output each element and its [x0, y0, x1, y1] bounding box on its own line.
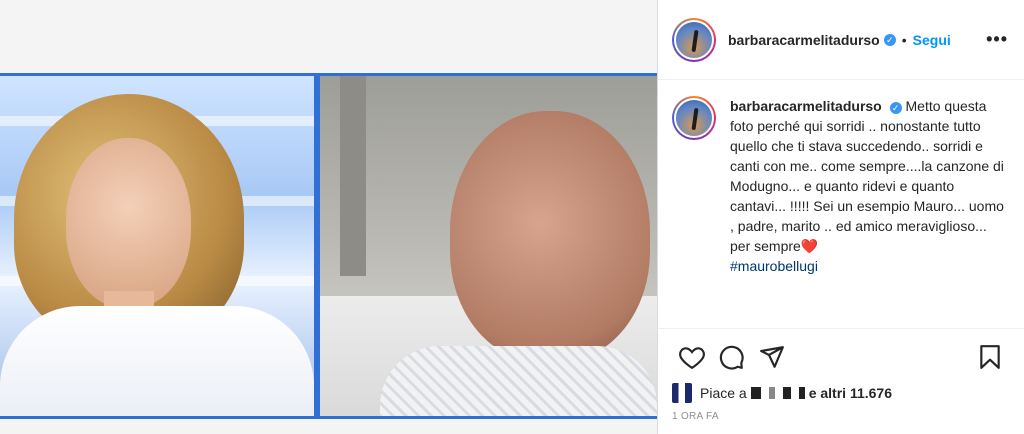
verified-icon: ✓ — [889, 102, 902, 114]
photo-panel-guest — [320, 76, 657, 416]
username-link[interactable]: barbaracarmelitadurso — [728, 32, 880, 48]
post-header: barbaracarmelitadurso ✓ • Segui ••• — [658, 0, 1024, 80]
more-options-icon[interactable]: ••• — [986, 29, 1008, 50]
heart-icon[interactable] — [672, 337, 712, 377]
caption-avatar[interactable] — [672, 96, 716, 140]
hashtag-link[interactable]: #maurobellugi — [730, 258, 818, 274]
photo-panel-host — [0, 76, 314, 416]
heart-emoji: ❤️ — [800, 238, 819, 254]
redacted-name — [768, 387, 775, 399]
redacted-name — [782, 387, 791, 399]
post-sidebar: barbaracarmelitadurso ✓ • Segui ••• barb… — [657, 0, 1024, 434]
caption: barbaracarmelitadurso ✓ Metto questa fot… — [658, 80, 1024, 328]
likes-count: 11.676 — [849, 385, 893, 401]
likes-prefix: Piace a — [700, 385, 747, 401]
post-timestamp[interactable]: 1 ORA FA — [672, 411, 1010, 422]
follow-button[interactable]: Segui — [913, 32, 951, 48]
likes-suffix: e altri — [808, 385, 847, 401]
likes-summary[interactable]: Piace a e altri 11.676 — [672, 383, 1010, 403]
avatar[interactable] — [672, 17, 716, 62]
liker-avatar — [672, 383, 692, 403]
caption-body: barbaracarmelitadurso ✓ Metto questa fot… — [730, 96, 1008, 328]
caption-text: Metto questa foto perché qui sorridi .. … — [730, 98, 1004, 254]
post-media — [0, 0, 657, 434]
comment-icon[interactable] — [712, 337, 752, 377]
separator-dot: • — [901, 31, 907, 48]
caption-username[interactable]: barbaracarmelitadurso — [730, 98, 882, 114]
redacted-name — [750, 387, 761, 399]
bookmark-icon[interactable] — [970, 337, 1010, 377]
verified-icon: ✓ — [883, 33, 896, 46]
share-icon[interactable] — [752, 337, 792, 377]
split-screen-photo — [0, 73, 657, 419]
redacted-name — [798, 387, 805, 399]
action-bar: Piace a e altri 11.676 1 ORA FA — [658, 328, 1024, 422]
